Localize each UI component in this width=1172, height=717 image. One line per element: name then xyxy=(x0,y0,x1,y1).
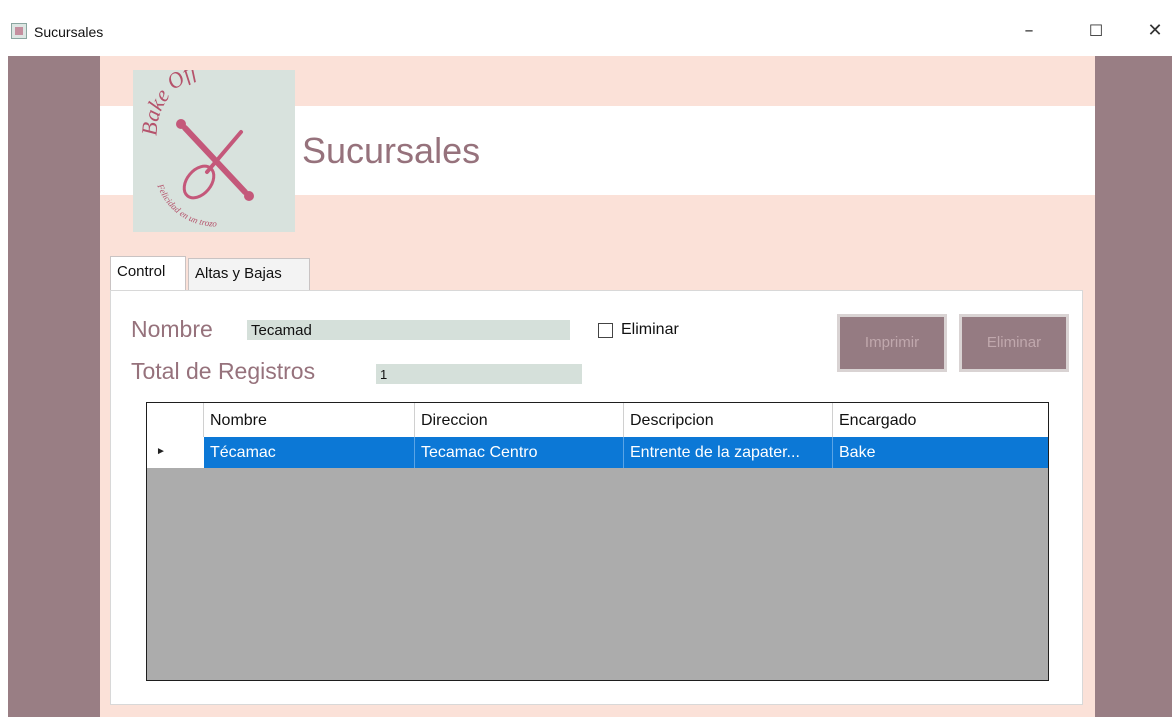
minimize-button[interactable]: – xyxy=(1014,18,1044,44)
current-row-indicator-icon: ► xyxy=(156,446,166,457)
crossed-whisk-icon: Bake Off Felicidad en un trozo xyxy=(136,70,254,229)
sucursales-grid[interactable]: Nombre Direccion Descripcion Encargado ►… xyxy=(146,402,1049,681)
tab-control[interactable]: Control xyxy=(110,256,186,291)
bake-off-logo: Bake Off Felicidad en un trozo xyxy=(133,70,295,232)
nombre-input[interactable] xyxy=(247,320,570,340)
eliminar-checkbox[interactable] xyxy=(598,322,613,338)
maximize-button[interactable]: ☐ xyxy=(1081,18,1111,44)
column-header-descripcion[interactable]: Descripcion xyxy=(624,403,833,437)
cell-direccion[interactable]: Tecamac Centro xyxy=(415,437,624,468)
svg-text:Bake Off: Bake Off xyxy=(136,70,202,136)
imprimir-button[interactable]: Imprimir xyxy=(837,314,947,372)
cell-nombre[interactable]: Técamac xyxy=(204,437,415,468)
title-bar: Sucursales – ☐ ✕ xyxy=(0,0,1172,54)
eliminar-button[interactable]: Eliminar xyxy=(959,314,1069,372)
column-header-nombre[interactable]: Nombre xyxy=(204,403,415,437)
table-row[interactable]: ► Técamac Tecamac Centro Entrente de la … xyxy=(147,437,1048,468)
tab-altas-y-bajas[interactable]: Altas y Bajas xyxy=(188,258,310,290)
total-registros-field xyxy=(376,364,582,384)
row-header[interactable]: ► xyxy=(147,437,205,468)
eliminar-checkbox-group[interactable]: Eliminar xyxy=(598,320,679,340)
grid-corner-cell xyxy=(147,403,204,437)
cell-descripcion[interactable]: Entrente de la zapater... xyxy=(624,437,833,468)
nombre-label: Nombre xyxy=(131,316,213,342)
total-registros-label: Total de Registros xyxy=(131,358,316,384)
logo-brand-text: Bake Off xyxy=(136,70,202,136)
grid-header: Nombre Direccion Descripcion Encargado xyxy=(147,403,1048,438)
column-header-encargado[interactable]: Encargado xyxy=(833,403,1048,437)
app-icon xyxy=(11,23,27,39)
window-title: Sucursales xyxy=(34,24,104,40)
column-header-direccion[interactable]: Direccion xyxy=(415,403,624,437)
cell-encargado[interactable]: Bake xyxy=(833,437,1048,468)
close-button[interactable]: ✕ xyxy=(1140,18,1170,44)
page-title: Sucursales xyxy=(302,130,481,171)
eliminar-checkbox-label: Eliminar xyxy=(621,321,679,338)
